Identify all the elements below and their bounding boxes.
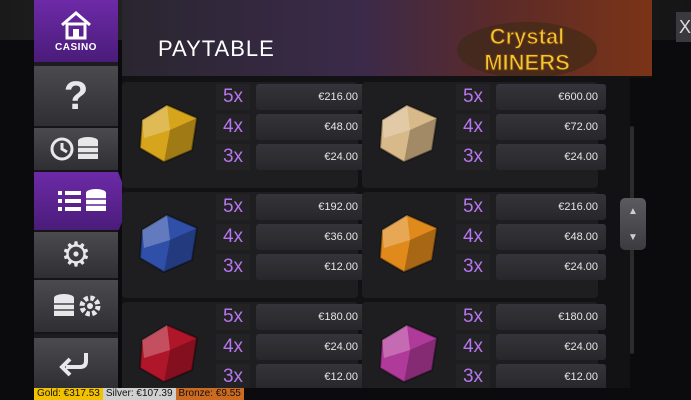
bet-settings-button[interactable] — [34, 280, 118, 334]
multiplier-label: 4x — [216, 114, 250, 140]
payout-value: €192.00 — [256, 194, 366, 220]
paytable-row: 5x €600.00 — [416, 82, 606, 110]
multiplier-label: 3x — [456, 364, 490, 388]
crystal-miners-logo: Crystal MINERS — [457, 22, 597, 78]
payout-value: €180.00 — [496, 304, 606, 330]
paytable-row: 4x €24.00 — [416, 332, 606, 360]
paytable-row: 3x €12.00 — [416, 362, 606, 388]
multiplier-label: 5x — [456, 304, 490, 330]
multiplier-label: 3x — [216, 254, 250, 280]
payout-value: €216.00 — [496, 194, 606, 220]
multiplier-label: 5x — [216, 194, 250, 220]
payout-value: €600.00 — [496, 84, 606, 110]
multiplier-label: 4x — [456, 224, 490, 250]
svg-text:MINERS: MINERS — [484, 50, 570, 75]
payout-value: €24.00 — [496, 334, 606, 360]
close-icon: X — [678, 16, 691, 37]
payout-value: €24.00 — [496, 254, 606, 280]
paytable-grid: 5x €216.00 4x €48.00 3x €24.00 5x €600.00 4x €72.… — [122, 76, 630, 388]
paytable-row: 3x €24.00 — [176, 142, 366, 170]
paytable-row: 5x €216.00 — [176, 82, 366, 110]
payout-value: €180.00 — [256, 304, 366, 330]
payout-value: €12.00 — [496, 364, 606, 388]
header: PAYTABLE Crystal MINERS — [122, 0, 652, 78]
multiplier-label: 4x — [456, 334, 490, 360]
paytable-row: 4x €48.00 — [416, 222, 606, 250]
payout-value: €12.00 — [256, 364, 366, 388]
coins-gear-icon — [54, 294, 101, 317]
payout-value: €24.00 — [256, 144, 366, 170]
bronze-balance: Bronze: €9.55 — [175, 388, 244, 400]
multiplier-label: 5x — [456, 194, 490, 220]
silver-balance: Silver: €107.39 — [102, 388, 176, 400]
payout-value: €216.00 — [256, 84, 366, 110]
multiplier-label: 5x — [216, 84, 250, 110]
paytable-card: 5x €216.00 4x €48.00 3x €24.00 — [122, 82, 366, 188]
scroll-up-icon[interactable]: ▲ — [628, 206, 638, 217]
history-button[interactable] — [34, 128, 118, 172]
home-icon — [61, 10, 91, 39]
gear-icon: ⚙ — [60, 236, 92, 274]
multiplier-label: 3x — [456, 144, 490, 170]
question-icon: ? — [63, 73, 89, 118]
paytable-card: 5x €180.00 4x €24.00 3x €12.00 — [122, 302, 366, 388]
paytable-button[interactable] — [34, 172, 130, 232]
help-button[interactable]: ? — [34, 66, 118, 128]
paytable-row: 3x €24.00 — [416, 252, 606, 280]
payout-value: €72.00 — [496, 114, 606, 140]
paytable-row: 5x €180.00 — [416, 302, 606, 330]
page-title: PAYTABLE — [158, 36, 275, 61]
paytable-row: 5x €192.00 — [176, 192, 366, 220]
payout-value: €48.00 — [256, 114, 366, 140]
payout-value: €48.00 — [496, 224, 606, 250]
gold-balance: Gold: €317.53 — [34, 388, 103, 400]
svg-text:Crystal: Crystal — [490, 24, 565, 49]
paytable-row: 5x €180.00 — [176, 302, 366, 330]
back-button[interactable] — [34, 338, 118, 390]
multiplier-label: 3x — [216, 364, 250, 388]
close-button[interactable]: X — [676, 12, 691, 42]
paytable-card: 5x €216.00 4x €48.00 3x €24.00 — [362, 192, 606, 298]
return-arrow-icon — [59, 353, 88, 377]
paytable-row: 4x €72.00 — [416, 112, 606, 140]
paytable-row: 3x €12.00 — [176, 362, 366, 388]
multiplier-label: 3x — [456, 254, 490, 280]
casino-button[interactable]: CASINO — [34, 0, 118, 62]
payout-value: €36.00 — [256, 224, 366, 250]
paytable-card: 5x €192.00 4x €36.00 3x €12.00 — [122, 192, 366, 298]
multiplier-label: 4x — [456, 114, 490, 140]
casino-label: CASINO — [55, 41, 97, 53]
paytable-card: 5x €600.00 4x €72.00 3x €24.00 — [362, 82, 606, 188]
paytable-row: 4x €48.00 — [176, 112, 366, 140]
scroll-down-icon[interactable]: ▼ — [628, 232, 638, 243]
multiplier-label: 5x — [216, 304, 250, 330]
paytable-row: 4x €36.00 — [176, 222, 366, 250]
history-coins-icon — [50, 137, 98, 161]
multiplier-label: 3x — [216, 144, 250, 170]
paytable-row: 3x €24.00 — [416, 142, 606, 170]
payout-value: €24.00 — [256, 334, 366, 360]
paytable-card: 5x €180.00 4x €24.00 3x €12.00 — [362, 302, 606, 388]
settings-button[interactable]: ⚙ — [34, 232, 118, 280]
paytable-coins-icon — [58, 189, 106, 211]
multiplier-label: 4x — [216, 224, 250, 250]
payout-value: €24.00 — [496, 144, 606, 170]
balance-bar: Gold: €317.53 Silver: €107.39 Bronze: €9… — [34, 388, 244, 400]
paytable-row: 4x €24.00 — [176, 332, 366, 360]
payout-value: €12.00 — [256, 254, 366, 280]
multiplier-label: 4x — [216, 334, 250, 360]
scroll-thumb[interactable]: ▲ ▼ — [620, 198, 646, 250]
multiplier-label: 5x — [456, 84, 490, 110]
paytable-row: 5x €216.00 — [416, 192, 606, 220]
paytable-row: 3x €12.00 — [176, 252, 366, 280]
